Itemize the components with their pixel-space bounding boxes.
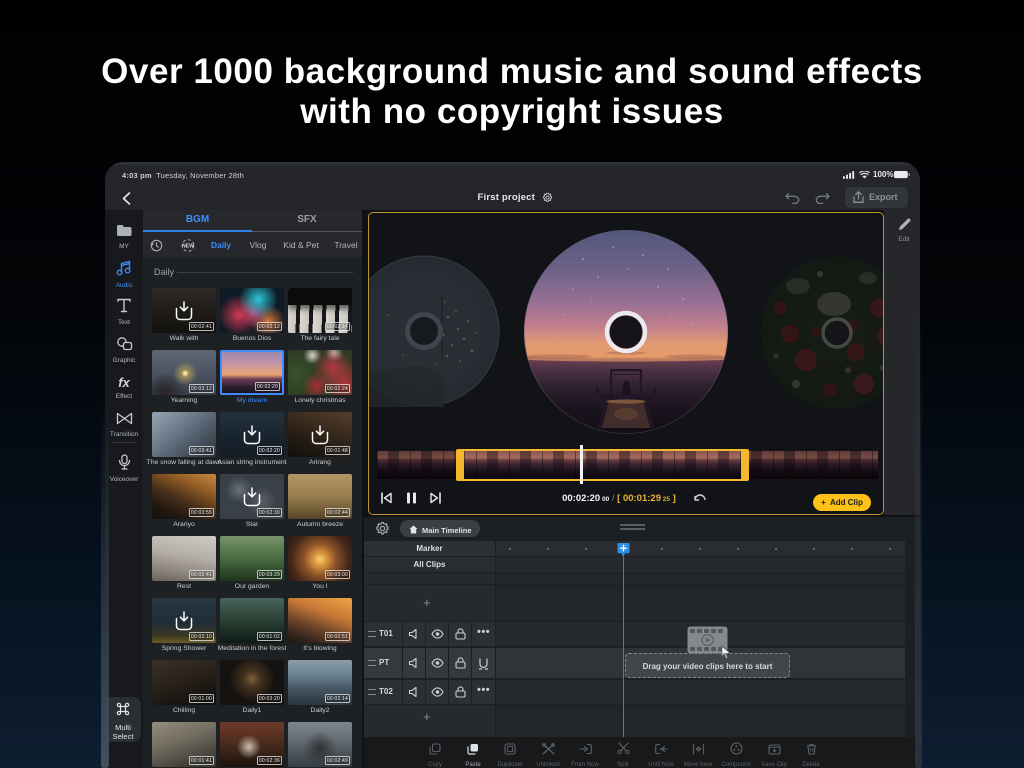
svg-text:NEW: NEW: [182, 244, 194, 250]
